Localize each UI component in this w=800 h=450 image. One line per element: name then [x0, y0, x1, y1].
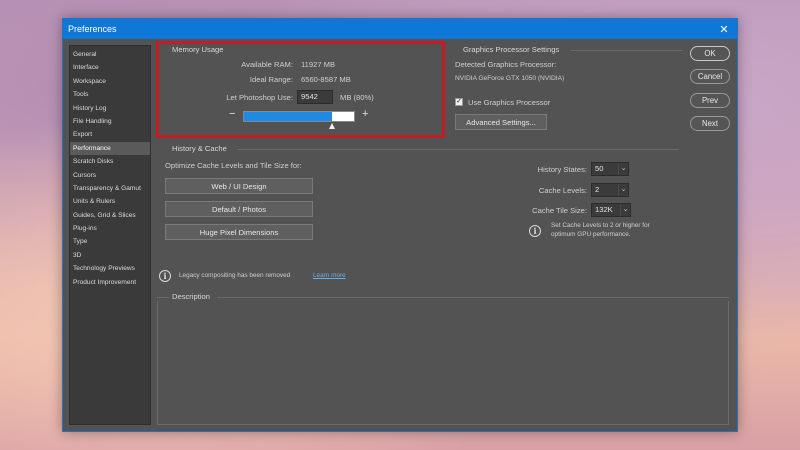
memory-slider-fill: [244, 112, 332, 121]
preferences-dialog: Preferences ✕ General Interface Workspac…: [62, 18, 738, 432]
ok-button[interactable]: OK: [690, 46, 730, 61]
prev-button[interactable]: Prev: [690, 93, 730, 108]
memory-percent-label: MB (80%): [340, 93, 374, 102]
gpu-settings-title: Graphics Processor Settings: [463, 45, 560, 54]
next-button[interactable]: Next: [690, 116, 730, 131]
memory-usage-title: Memory Usage: [172, 45, 224, 54]
detected-gpu-value: NVIDIA GeForce GTX 1050 (NVIDIA): [455, 75, 565, 82]
chevron-down-icon: ⌄: [618, 163, 628, 175]
description-box: [157, 301, 729, 425]
description-title: Description: [172, 292, 210, 301]
sidebar-item-performance[interactable]: Performance: [70, 141, 150, 156]
use-gpu-label: Use Graphics Processor: [468, 98, 551, 107]
memory-slider-thumb[interactable]: [328, 123, 335, 129]
history-states-value: 50: [595, 164, 604, 173]
detected-gpu-label: Detected Graphics Processor:: [455, 60, 557, 69]
sidebar-item-transparency-gamut[interactable]: Transparency & Gamut: [70, 182, 150, 195]
sidebar-item-workspace[interactable]: Workspace: [70, 75, 150, 88]
cache-tile-size-value: 132K: [595, 205, 613, 214]
chevron-down-icon: ⌄: [620, 204, 630, 216]
optimize-cache-label: Optimize Cache Levels and Tile Size for:: [165, 161, 302, 170]
sidebar-item-history-log[interactable]: History Log: [70, 102, 150, 115]
cache-levels-value: 2: [595, 185, 600, 194]
history-states-select[interactable]: 50 ⌄: [591, 162, 629, 176]
memory-amount-input[interactable]: 9542: [297, 90, 333, 104]
sidebar-item-type[interactable]: Type: [70, 235, 150, 248]
decrease-memory-button[interactable]: −: [229, 108, 235, 120]
dialog-title: Preferences: [68, 24, 117, 34]
advanced-settings-button[interactable]: Advanced Settings...: [455, 114, 547, 130]
huge-pixel-dimensions-button[interactable]: Huge Pixel Dimensions: [165, 224, 313, 240]
ideal-range-value: 6560-8587 MB: [301, 75, 351, 84]
learn-more-link[interactable]: Learn more: [313, 272, 346, 279]
sidebar-item-guides-grid-slices[interactable]: Guides, Grid & Slices: [70, 209, 150, 222]
sidebar-item-product-improvement[interactable]: Product Improvement: [70, 276, 150, 289]
preferences-sidebar: General Interface Workspace Tools Histor…: [69, 45, 151, 425]
history-cache-divider: [237, 149, 679, 150]
cache-tile-size-label: Cache Tile Size:: [532, 206, 587, 215]
chevron-down-icon: ⌄: [618, 184, 628, 196]
default-photos-button[interactable]: Default / Photos: [165, 201, 313, 217]
sidebar-item-3d[interactable]: 3D: [70, 249, 150, 262]
sidebar-item-units-rulers[interactable]: Units & Rulers: [70, 195, 150, 208]
available-ram-label: Available RAM:: [241, 60, 293, 69]
sidebar-item-scratch-disks[interactable]: Scratch Disks: [70, 155, 150, 168]
description-divider: [217, 297, 729, 298]
cache-levels-label: Cache Levels:: [538, 186, 587, 195]
available-ram-value: 11927 MB: [301, 60, 336, 69]
sidebar-item-general[interactable]: General: [70, 48, 150, 61]
web-ui-design-button[interactable]: Web / UI Design: [165, 178, 313, 194]
gpu-divider: [571, 50, 683, 51]
title-bar: Preferences ✕: [63, 19, 737, 39]
sidebar-item-export[interactable]: Export: [70, 128, 150, 141]
cancel-button[interactable]: Cancel: [690, 69, 730, 84]
ideal-range-label: Ideal Range:: [249, 75, 293, 84]
memory-slider[interactable]: [243, 111, 355, 122]
cache-tile-size-select[interactable]: 132K ⌄: [591, 203, 631, 217]
legacy-info-icon: i: [159, 270, 171, 282]
use-gpu-checkbox[interactable]: ✓: [455, 98, 463, 106]
sidebar-item-file-handling[interactable]: File Handling: [70, 115, 150, 128]
let-photoshop-use-label: Let Photoshop Use:: [226, 93, 293, 102]
close-icon[interactable]: ✕: [717, 22, 731, 36]
sidebar-item-cursors[interactable]: Cursors: [70, 169, 150, 182]
history-states-label: History States:: [537, 165, 587, 174]
sidebar-item-interface[interactable]: Interface: [70, 61, 150, 74]
sidebar-item-technology-previews[interactable]: Technology Previews: [70, 262, 150, 275]
cache-levels-select[interactable]: 2 ⌄: [591, 183, 629, 197]
sidebar-item-tools[interactable]: Tools: [70, 88, 150, 101]
description-divider-left: [157, 297, 169, 298]
info-icon: i: [529, 225, 541, 237]
cache-levels-tip: Set Cache Levels to 2 or higher for opti…: [551, 222, 650, 238]
increase-memory-button[interactable]: +: [362, 108, 368, 120]
sidebar-item-plugins[interactable]: Plug-ins: [70, 222, 150, 235]
history-cache-title: History & Cache: [172, 144, 227, 153]
legacy-compositing-text: Legacy compositing has been removed: [179, 272, 291, 279]
